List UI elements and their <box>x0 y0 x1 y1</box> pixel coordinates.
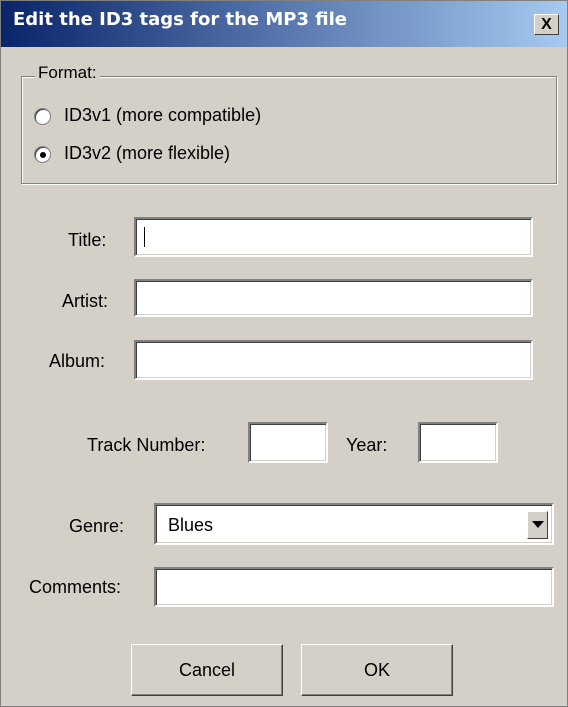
album-input[interactable] <box>134 340 533 380</box>
comments-input[interactable] <box>154 567 554 607</box>
text-caret <box>144 227 145 247</box>
close-button[interactable]: X <box>534 14 559 35</box>
chevron-down-icon[interactable] <box>527 511 548 539</box>
radio-circle[interactable] <box>34 146 51 163</box>
artist-label: Artist: <box>62 291 109 311</box>
format-group-legend: Format: <box>35 63 100 83</box>
window-title: Edit the ID3 tags for the MP3 file <box>13 9 348 30</box>
track-number-label: Track Number: <box>87 435 206 455</box>
artist-input[interactable] <box>134 279 533 317</box>
radio-selected-dot <box>40 152 46 158</box>
title-input[interactable] <box>134 217 533 257</box>
cancel-button[interactable]: Cancel <box>131 644 283 696</box>
track-number-input[interactable] <box>248 422 328 463</box>
year-label: Year: <box>346 435 388 455</box>
genre-dropdown[interactable]: Blues <box>154 503 554 545</box>
radio-label-id3v2[interactable]: ID3v2 (more flexible) <box>64 143 230 164</box>
year-input[interactable] <box>418 422 498 463</box>
radio-label-id3v1[interactable]: ID3v1 (more compatible) <box>64 105 261 126</box>
album-label: Album: <box>49 351 106 371</box>
title-label: Title: <box>68 230 107 250</box>
radio-circle[interactable] <box>34 108 51 125</box>
title-bar[interactable]: Edit the ID3 tags for the MP3 file X <box>1 1 567 47</box>
id3-edit-dialog: Edit the ID3 tags for the MP3 file X For… <box>0 0 568 707</box>
format-groupbox <box>21 76 557 184</box>
ok-button[interactable]: OK <box>301 644 453 696</box>
comments-label: Comments: <box>29 577 122 597</box>
genre-selected-value: Blues <box>168 515 214 535</box>
genre-label: Genre: <box>69 516 125 536</box>
